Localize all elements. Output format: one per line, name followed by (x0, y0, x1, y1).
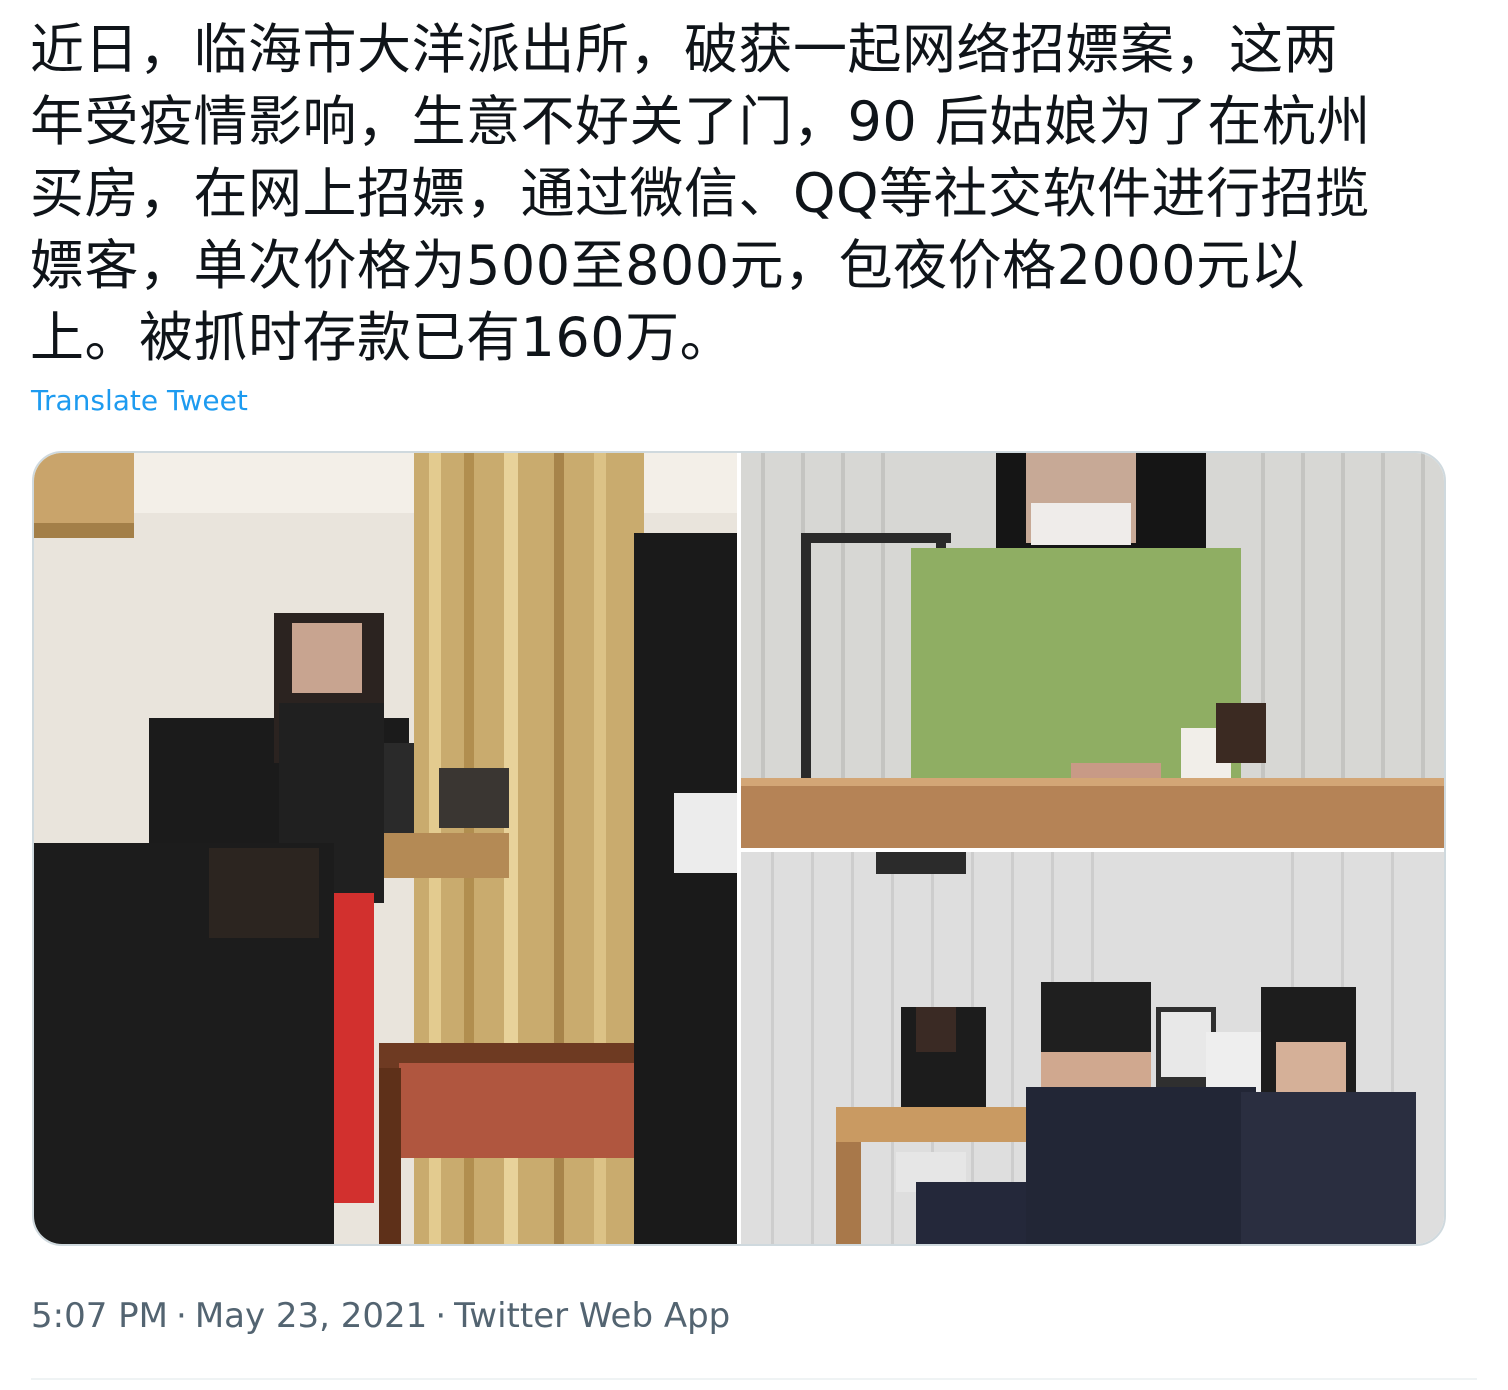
tweet-text-line: 嫖客，单次价格为500至800元，包夜价格2000元以 (30, 234, 1306, 297)
tweet-source[interactable]: Twitter Web App (454, 1294, 730, 1338)
photo-interrogation-chair-image (741, 453, 1444, 848)
tweet-text-line: 近日，临海市大洋派出所，破获一起网络招嫖案，这两 (30, 18, 1338, 81)
tweet-text-line: 买房，在网上招嫖，通过微信、QQ等社交软件进行招揽 (30, 162, 1370, 225)
photo-hotel-arrest-image (34, 453, 737, 1244)
tweet-date[interactable]: May 23, 2021 (195, 1294, 428, 1338)
meta-separator: · (435, 1296, 447, 1336)
divider (31, 1378, 1477, 1380)
tweet-time[interactable]: 5:07 PM (31, 1294, 168, 1338)
photo-interrogation-chair[interactable] (741, 453, 1444, 848)
photo-hotel-arrest[interactable] (34, 453, 737, 1244)
tweet-text: 近日，临海市大洋派出所，破获一起网络招嫖案，这两 年受疫情影响，生意不好关了门，… (30, 14, 1470, 374)
photo-questioning-room-image (741, 852, 1444, 1244)
meta-separator: · (176, 1296, 187, 1336)
translate-tweet-link[interactable]: Translate Tweet (31, 383, 248, 419)
tweet-text-line: 年受疫情影响，生意不好关了门，90 后姑娘为了在杭州 (30, 90, 1371, 153)
tweet-text-line: 上。被抓时存款已有160万。 (30, 306, 735, 369)
tweet-meta: 5:07 PM · May 23, 2021 · Twitter Web App (31, 1294, 730, 1338)
media-grid (32, 451, 1446, 1246)
photo-questioning-room[interactable] (741, 852, 1444, 1244)
